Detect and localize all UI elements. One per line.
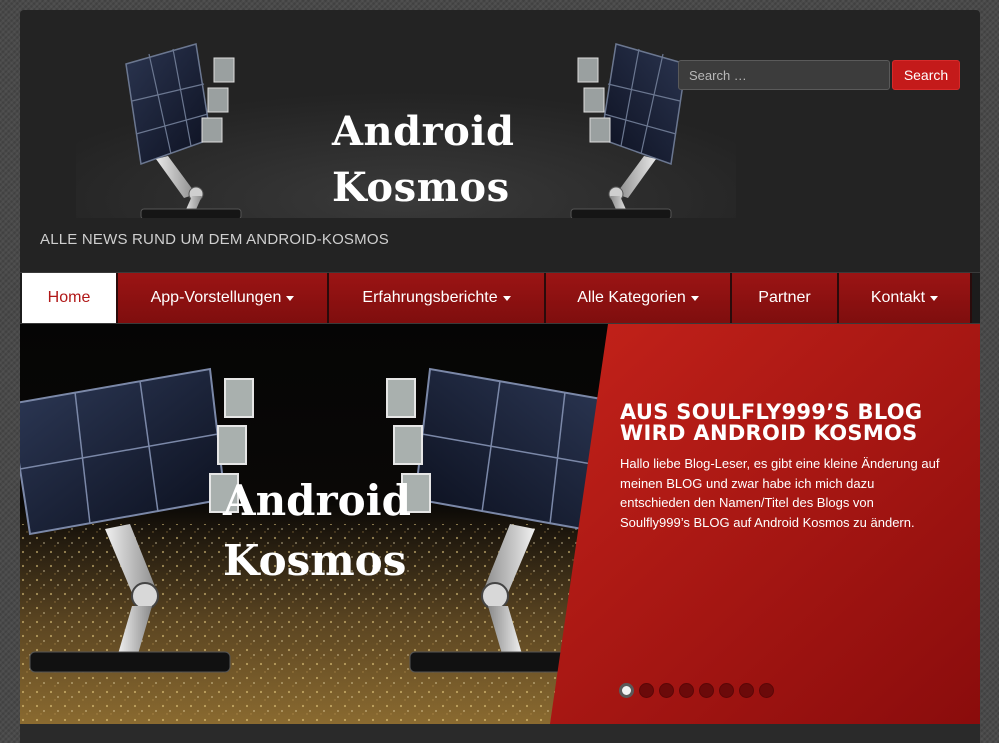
site-tagline: ALLE NEWS RUND UM DEM ANDROID-KOSMOS bbox=[40, 231, 389, 248]
nav-item-label: Alle Kategorien bbox=[577, 289, 686, 306]
slide-title-line: AUS SOULFLY999’S BLOG bbox=[620, 400, 923, 424]
slider-dot[interactable] bbox=[759, 683, 774, 698]
slide-excerpt: Hallo liebe Blog-Leser, es gibt eine kle… bbox=[620, 456, 940, 530]
nav-item-label: Home bbox=[47, 289, 91, 306]
nav-item-erfahrungsberichte[interactable]: Erfahrungsberichte bbox=[329, 273, 546, 323]
slider-dot[interactable] bbox=[719, 683, 734, 698]
slider-dot[interactable] bbox=[659, 683, 674, 698]
caret-down-icon bbox=[690, 295, 699, 301]
slider-dot[interactable] bbox=[679, 683, 694, 698]
slider-dot[interactable] bbox=[739, 683, 754, 698]
caret-down-icon bbox=[502, 295, 511, 301]
slide-caption: AUS SOULFLY999’S BLOG WIRD ANDROID KOSMO… bbox=[620, 402, 950, 532]
search-input[interactable] bbox=[678, 60, 890, 90]
nav-item-label: Erfahrungsberichte bbox=[362, 289, 498, 306]
nav-item-label: Partner bbox=[758, 289, 811, 306]
nav-item-alle-kategorien[interactable]: Alle Kategorien bbox=[546, 273, 732, 323]
site-header: Android Kosmos Search ALLE NEWS RUND UM … bbox=[20, 10, 980, 272]
slider-pagination bbox=[619, 683, 774, 698]
content-area-start bbox=[20, 724, 980, 743]
nav-item-app-vorstellungen[interactable]: App-Vorstellungen bbox=[118, 273, 329, 323]
caret-down-icon bbox=[286, 295, 295, 301]
logo-title: Android Kosmos bbox=[332, 108, 515, 211]
nav-item-label: App-Vorstellungen bbox=[150, 289, 282, 306]
nav-item-label: Kontakt bbox=[870, 289, 926, 306]
caret-down-icon bbox=[930, 295, 939, 301]
slider-dot[interactable] bbox=[619, 683, 634, 698]
featured-slider: Android Kosmos AUS SOULFLY999’S BLOG WIR… bbox=[20, 324, 980, 724]
slide-title-link[interactable]: AUS SOULFLY999’S BLOG WIRD ANDROID KOSMO… bbox=[620, 402, 950, 444]
nav-item-home[interactable]: Home bbox=[22, 273, 118, 323]
search-button[interactable]: Search bbox=[892, 60, 960, 90]
slide-title-line: WIRD ANDROID KOSMOS bbox=[620, 421, 918, 445]
slider-dot[interactable] bbox=[639, 683, 654, 698]
main-nav: Home App-Vorstellungen Erfahrungsbericht… bbox=[20, 272, 980, 324]
slide-image-title: Android Kosmos bbox=[223, 476, 411, 585]
page-container: Android Kosmos Search ALLE NEWS RUND UM … bbox=[20, 10, 980, 743]
slider-dot[interactable] bbox=[699, 683, 714, 698]
nav-item-kontakt[interactable]: Kontakt bbox=[839, 273, 972, 323]
site-logo[interactable]: Android Kosmos bbox=[76, 38, 736, 220]
nav-item-partner[interactable]: Partner bbox=[732, 273, 839, 323]
